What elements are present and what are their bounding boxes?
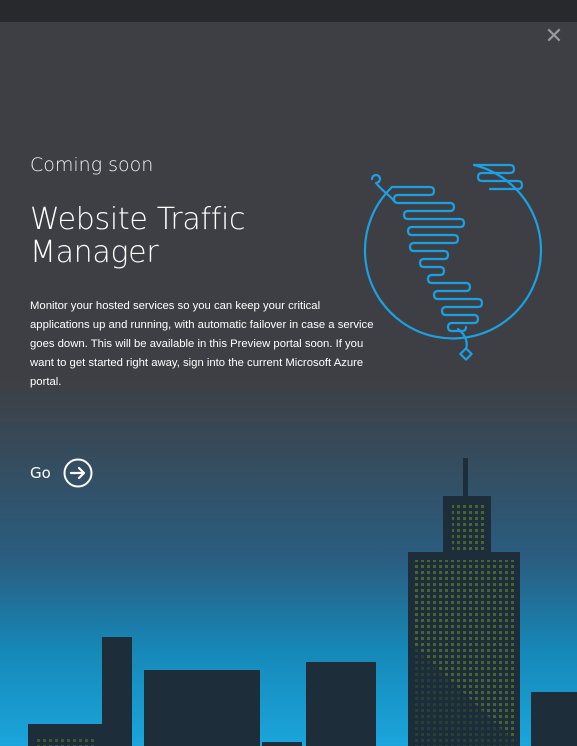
description-text: Monitor your hosted services so you can … xyxy=(30,300,374,388)
arrow-right-circle-icon xyxy=(63,458,93,488)
coming-soon-label: Coming soon xyxy=(30,154,154,176)
top-bar xyxy=(0,0,577,22)
page-title: Website Traffic Manager xyxy=(30,202,246,270)
go-label: Go xyxy=(30,464,51,482)
coming-soon-blade: ✕ Coming soon Website Traffic Manager Mo… xyxy=(0,0,577,746)
globe-americas-icon xyxy=(363,163,543,361)
go-button[interactable]: Go xyxy=(30,458,93,488)
close-icon[interactable]: ✕ xyxy=(543,26,565,48)
